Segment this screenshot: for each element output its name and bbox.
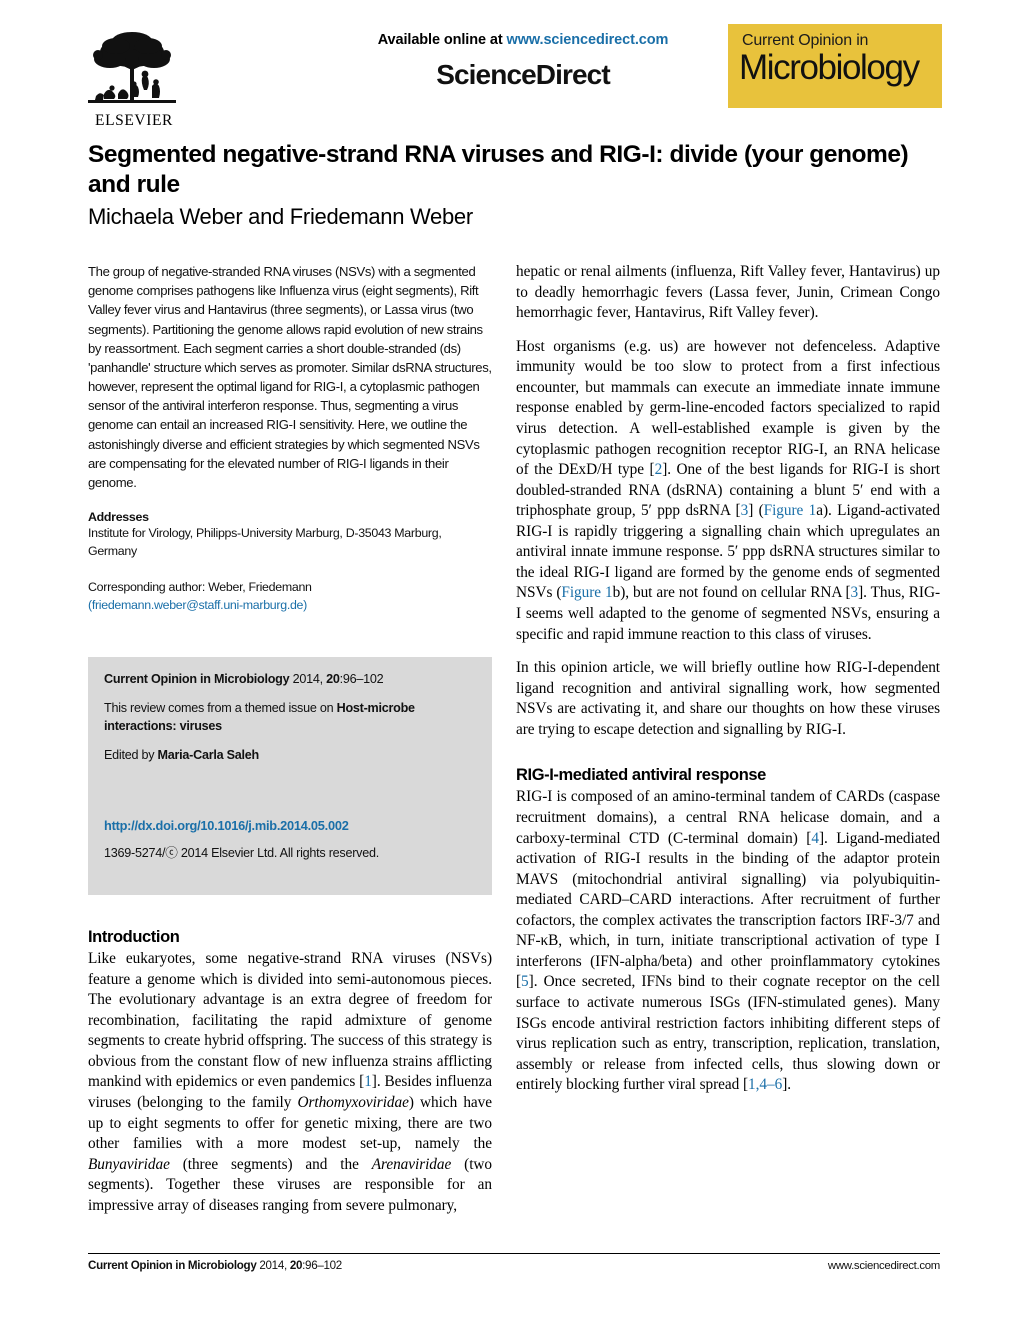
abstract-text: The group of negative-stranded RNA virus… [88,264,492,490]
taxon-arenaviridae: Arenaviridae [371,1155,452,1173]
themed-issue-prefix: This review comes from a themed issue on [104,700,337,715]
figure-link-1a[interactable]: Figure 1 [764,502,817,519]
citation-ref-3b[interactable]: 3 [851,584,859,601]
page-title: Segmented negative-strand RNA viruses an… [88,141,909,198]
taxon-bunyaviridae: Bunyaviridae [88,1155,170,1173]
edited-by-line: Edited by Maria-Carla Saleh [104,747,476,765]
introduction-paragraph: Like eukaryotes, some negative-strand RN… [88,949,492,1216]
title-block: Segmented negative-strand RNA viruses an… [88,140,940,230]
sciencedirect-link[interactable]: www.sciencedirect.com [507,32,669,48]
addresses-heading: Addresses [88,510,149,525]
citation-ref-1-4-6[interactable]: 1,4–6 [748,1076,782,1093]
addresses-body: Institute for Virology, Philipps-Univers… [88,526,442,558]
elsevier-wordmark: ELSEVIER [95,112,173,129]
intro-text-4: (three segments) and the [169,1155,372,1173]
citation-year: 2014, [289,672,327,686]
corresponding-author: Corresponding author: Weber, Friedemann … [88,578,492,615]
paragraph-continuation: hepatic or renal ailments (influenza, Ri… [516,263,940,322]
citation-ref-4[interactable]: 4 [811,830,819,847]
doi-link[interactable]: http://dx.doi.org/10.1016/j.mib.2014.05.… [104,817,476,835]
corresponding-author-email[interactable]: (friedemann.weber@staff.uni-marburg.de) [88,598,307,612]
available-online-label: Available online at [377,32,507,48]
journal-badge: Current Opinion in Microbiology [728,24,942,108]
paragraph-rig-i-response: RIG-I is composed of an amino-terminal t… [516,787,940,1095]
paragraph-opinion-outline: In this opinion article, we will briefly… [516,659,940,738]
elsevier-tree-icon [88,32,176,103]
copyright-line: 1369-5274/ⓒ 2014 Elsevier Ltd. All right… [104,845,379,860]
sciencedirect-block: Available online at www.sciencedirect.co… [288,32,758,91]
citation-ref-5[interactable]: 5 [521,973,529,990]
corresponding-author-label: Corresponding author: Weber, Friedemann [88,579,312,594]
edited-by-name: Maria-Carla Saleh [157,747,260,762]
left-column: The group of negative-stranded RNA virus… [88,262,492,615]
citation-volume: 20 [326,672,340,686]
citation-pages: :96–102 [339,672,384,686]
sciencedirect-wordmark: ScienceDirect [436,59,610,90]
elsevier-logo: ELSEVIER [78,28,190,136]
footer-journal-pages: :96–102 [302,1259,342,1272]
rig-i-section-heading: RIG-I-mediated antiviral response [516,766,766,785]
page-footer: Current Opinion in Microbiology 2014, 20… [88,1259,940,1272]
host-text-3: ] ( [748,502,764,520]
figure-link-1b[interactable]: Figure 1 [561,584,612,601]
footer-divider [88,1253,940,1254]
available-online-line: Available online at www.sciencedirect.co… [288,32,758,48]
intro-text-1: Like eukaryotes, some negative-strand RN… [88,950,492,1091]
introduction-block: Introduction Like eukaryotes, some negat… [88,928,492,1216]
rig-text-2: ]. Ligand-mediated activation of RIG-I r… [516,829,940,991]
host-text-1: Host organisms (e.g. us) are however not… [516,337,940,479]
citation-line: Current Opinion in Microbiology 2014, 20… [104,671,476,689]
footer-journal-year: 2014, [256,1259,290,1272]
themed-issue-line: This review comes from a themed issue on… [104,700,476,736]
footer-journal-reference: Current Opinion in Microbiology 2014, 20… [88,1259,342,1272]
article-page: ELSEVIER Available online at www.science… [0,0,1020,1323]
host-text-5: b), but are not found on cellular RNA [ [612,584,851,602]
journal-info-box: Current Opinion in Microbiology 2014, 20… [88,657,492,895]
footer-sciencedirect-url[interactable]: www.sciencedirect.com [828,1260,940,1272]
author-list: Michaela Weber and Friedemann Weber [88,203,473,229]
footer-journal-volume: 20 [289,1259,303,1272]
paragraph-host-organisms: Host organisms (e.g. us) are however not… [516,337,940,645]
right-column: hepatic or renal ailments (influenza, Ri… [516,262,940,1096]
rig-text-3: ]. Once secreted, IFNs bind to their cog… [516,973,940,1094]
rig-text-4: ]. [782,1076,792,1094]
citation-ref-1[interactable]: 1 [364,1073,372,1090]
introduction-heading: Introduction [88,928,180,946]
masthead: ELSEVIER Available online at www.science… [78,22,942,134]
journal-badge-line2: Microbiology [739,48,920,87]
taxon-orthomyxoviridae: Orthomyxoviridae [297,1093,409,1111]
citation-journal: Current Opinion in Microbiology [104,672,290,686]
edited-by-prefix: Edited by [104,747,158,762]
footer-journal-name: Current Opinion in Microbiology [88,1259,257,1272]
